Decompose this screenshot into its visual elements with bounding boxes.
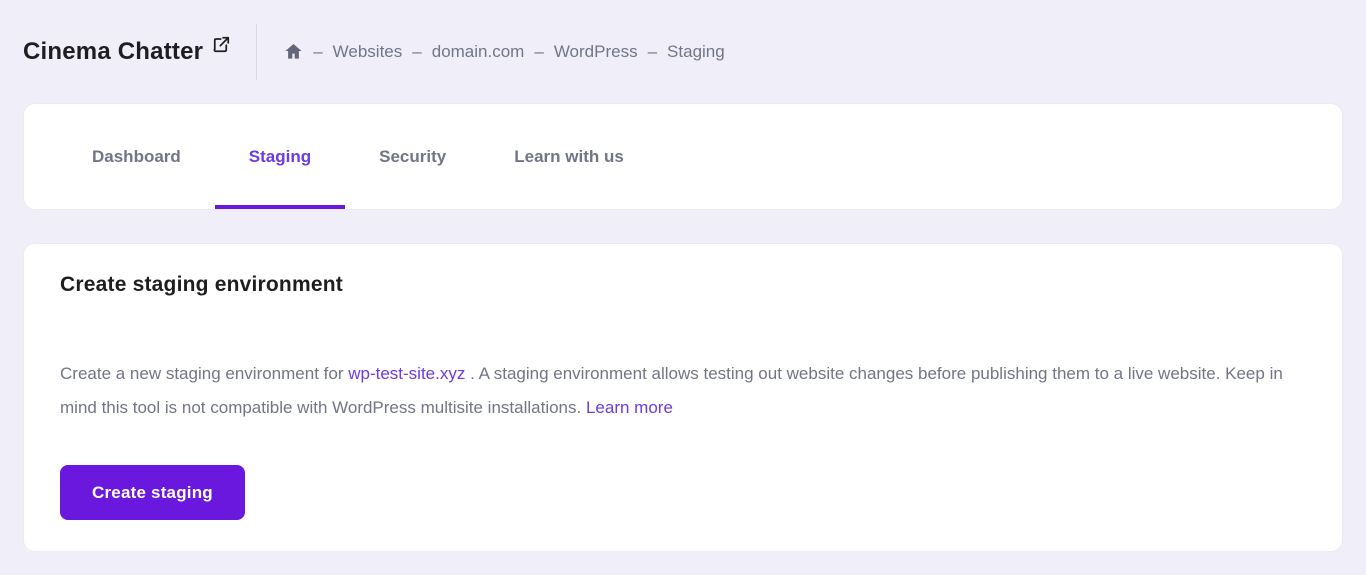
tab-staging[interactable]: Staging — [214, 104, 346, 209]
external-link-icon[interactable] — [212, 35, 231, 54]
tab-label: Security — [379, 146, 447, 166]
tab-bar: Dashboard Staging Security Learn with us — [23, 103, 1343, 210]
home-icon[interactable] — [284, 42, 303, 61]
breadcrumb-separator: – — [647, 41, 658, 61]
create-staging-button[interactable]: Create staging — [60, 465, 245, 520]
breadcrumb: – Websites – domain.com – WordPress – St… — [284, 42, 725, 62]
domain-link[interactable]: wp-test-site.xyz — [348, 364, 465, 383]
learn-more-link[interactable]: Learn more — [586, 398, 673, 417]
breadcrumb-item-staging: Staging — [667, 41, 725, 61]
breadcrumb-separator: – — [313, 41, 323, 61]
tab-security[interactable]: Security — [345, 104, 480, 209]
tab-label: Staging — [248, 146, 312, 166]
breadcrumb-item-domain[interactable]: domain.com — [432, 42, 525, 62]
breadcrumb-separator: – — [534, 41, 544, 61]
staging-description: Create a new staging environment for wp-… — [60, 357, 1300, 425]
description-part-1: Create a new staging environment for — [60, 364, 349, 383]
breadcrumb-separator: – — [412, 41, 422, 61]
site-title-wrap: Cinema Chatter — [23, 35, 231, 66]
tab-dashboard[interactable]: Dashboard — [58, 104, 215, 209]
header-divider — [256, 23, 258, 80]
staging-card: Create staging environment Create a new … — [23, 243, 1343, 552]
breadcrumb-item-wordpress[interactable]: WordPress — [554, 42, 638, 62]
page-header: Cinema Chatter – Websites – domain.com –… — [0, 0, 1366, 103]
tab-label: Learn with us — [514, 146, 624, 166]
site-title: Cinema Chatter — [23, 37, 204, 65]
tab-label: Dashboard — [92, 146, 181, 166]
tab-learn-with-us[interactable]: Learn with us — [480, 104, 658, 209]
breadcrumb-item-websites[interactable]: Websites — [333, 42, 403, 62]
card-title: Create staging environment — [60, 273, 343, 296]
